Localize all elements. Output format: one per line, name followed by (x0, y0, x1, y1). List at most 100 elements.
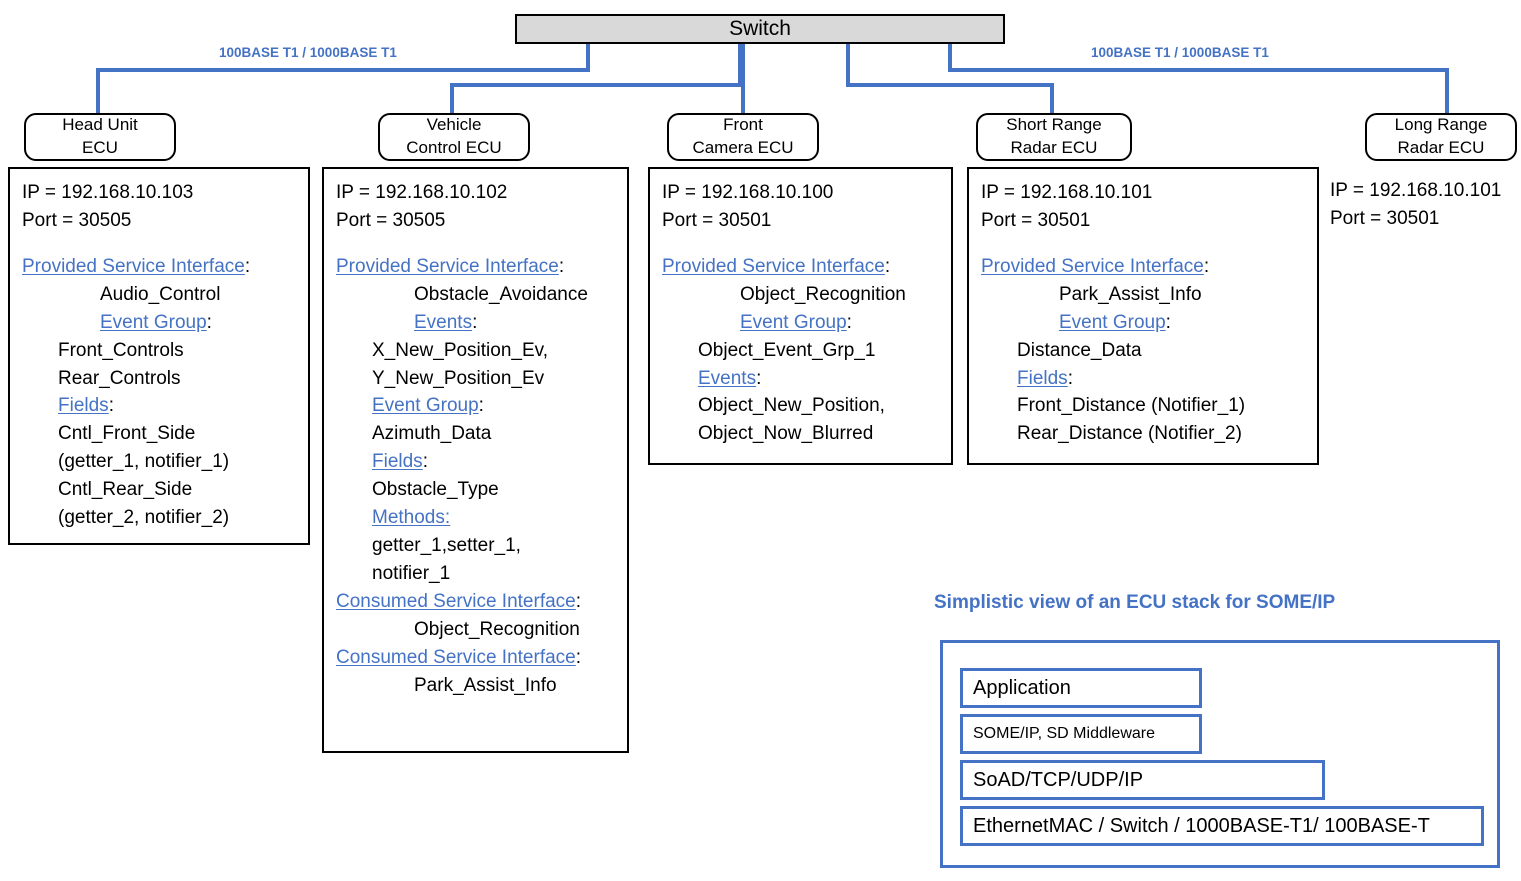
consumed-service-name: Object_Recognition (414, 618, 580, 640)
heading-text: Provided Service Interface (662, 255, 885, 277)
heading-text: Fields (372, 451, 423, 473)
heading-text: Event Group (1059, 311, 1166, 333)
ecu-stack-container: Application SOME/IP, SD Middleware SoAD/… (940, 640, 1500, 868)
stack-layer-label: SOME/IP, SD Middleware (973, 725, 1155, 742)
heading-colon: : (884, 255, 891, 277)
ecu-title-line1: Front (723, 115, 763, 135)
ecu-node-front-camera[interactable]: Front Camera ECU (667, 113, 819, 161)
port-value: Port = 30505 (336, 209, 446, 231)
heading-colon: : (206, 311, 212, 333)
port-value: Port = 30505 (22, 209, 132, 231)
service-name: Object_Recognition (740, 283, 906, 305)
service-name: Audio_Control (100, 283, 221, 305)
ecu-node-long-range-radar[interactable]: Long Range Radar ECU (1365, 113, 1517, 161)
service-name: Obstacle_Avoidance (414, 283, 588, 305)
field-accessors: (getter_2, notifier_2) (58, 507, 230, 529)
consumed-service-interface-heading: Consumed Service Interface: (336, 644, 619, 672)
field-item: Obstacle_Type (372, 479, 499, 501)
ecu-title-line2: Radar ECU (1010, 138, 1098, 157)
event-item: Object_New_Position, (698, 395, 885, 417)
method-item: notifier_1 (372, 562, 451, 584)
heading-colon: : (422, 451, 428, 473)
event-group-heading: Event Group: (662, 309, 943, 337)
heading-colon: : (478, 395, 484, 417)
heading-text: Consumed Service Interface (336, 590, 576, 612)
consumed-service-name: Park_Assist_Info (414, 674, 557, 696)
method-item: getter_1,setter_1, (372, 535, 521, 557)
stack-layer-label: Application (973, 676, 1071, 699)
ip-value: IP = 192.168.10.101 (1330, 180, 1502, 201)
stack-layer-application[interactable]: Application (960, 668, 1202, 708)
heading-colon: : (846, 311, 852, 333)
field-accessors: (getter_1, notifier_1) (58, 451, 230, 473)
event-group-item: Front_Controls (58, 339, 184, 361)
stack-layer-soad-tcp-udp-ip[interactable]: SoAD/TCP/UDP/IP (960, 760, 1325, 800)
heading-colon: : (472, 311, 478, 333)
events-heading: Events: (662, 365, 943, 393)
fields-heading: Fields: (336, 448, 619, 476)
events-heading: Events: (336, 309, 619, 337)
heading-colon: : (1203, 255, 1210, 277)
field-item: Cntl_Front_Side (58, 423, 196, 445)
port-value: Port = 30501 (981, 209, 1091, 231)
ip-value: IP = 192.168.10.102 (336, 182, 508, 203)
ecu-title-line1: Long Range (1394, 115, 1488, 135)
methods-heading: Methods: (336, 504, 619, 532)
heading-colon: : (756, 367, 762, 389)
ecu-title-line2: Radar ECU (1397, 138, 1485, 157)
stack-panel-title: Simplistic view of an ECU stack for SOME… (934, 592, 1336, 613)
provided-service-interface-heading: Provided Service Interface: (336, 253, 619, 281)
heading-text: Fields (1017, 367, 1068, 389)
provided-service-interface-heading: Provided Service Interface: (22, 253, 300, 281)
consumed-service-interface-heading: Consumed Service Interface: (336, 588, 619, 616)
ecu-title-line1: Vehicle (426, 115, 482, 135)
link-label-right: 100BASE T1 / 1000BASE T1 (1091, 45, 1269, 60)
detail-box-long-range-radar: IP = 192.168.10.101 Port = 30501 (1322, 167, 1521, 247)
stack-layer-ethernet-mac[interactable]: EthernetMAC / Switch / 1000BASE-T1/ 100B… (960, 806, 1484, 846)
detail-box-short-range-radar: IP = 192.168.10.101 Port = 30501 Provide… (967, 167, 1319, 465)
port-value: Port = 30501 (1330, 207, 1440, 229)
heading-text: Fields (58, 395, 109, 417)
ip-value: IP = 192.168.10.103 (22, 182, 194, 203)
field-item: Front_Distance (Notifier_1) (1017, 395, 1246, 417)
provided-service-interface-heading: Provided Service Interface: (662, 253, 943, 281)
ip-value: IP = 192.168.10.100 (662, 182, 834, 203)
heading-colon: : (244, 255, 251, 277)
event-group-item: Distance_Data (1017, 339, 1142, 361)
field-item: Rear_Distance (Notifier_2) (1017, 423, 1242, 445)
provided-service-interface-heading: Provided Service Interface: (981, 253, 1309, 281)
detail-box-vehicle-control: IP = 192.168.10.102 Port = 30505 Provide… (322, 167, 629, 753)
detail-box-front-camera: IP = 192.168.10.100 Port = 30501 Provide… (648, 167, 953, 465)
event-group-item: Rear_Controls (58, 367, 181, 389)
event-group-item: Azimuth_Data (372, 423, 492, 445)
event-group-item: Object_Event_Grp_1 (698, 339, 876, 361)
heading-text: Event Group (740, 311, 847, 333)
ecu-title-line2: Camera ECU (692, 138, 794, 157)
field-item: Cntl_Rear_Side (58, 479, 193, 501)
heading-text: Consumed Service Interface (336, 646, 576, 668)
heading-colon: : (1067, 367, 1073, 389)
ecu-node-vehicle-control[interactable]: Vehicle Control ECU (378, 113, 530, 161)
heading-text: Event Group (372, 395, 479, 417)
heading-colon: : (575, 590, 582, 612)
diagram-canvas: Switch 100BASE T1 / 1000BASE T1 100BASE … (0, 0, 1521, 881)
event-group-heading: Event Group: (336, 392, 619, 420)
ecu-title-line2: ECU (82, 138, 118, 157)
heading-text: Methods: (372, 507, 451, 529)
ecu-title-line1: Short Range (1006, 115, 1102, 135)
stack-layer-someip-middleware[interactable]: SOME/IP, SD Middleware (960, 714, 1202, 754)
heading-text: Event Group (100, 311, 207, 333)
link-label-left: 100BASE T1 / 1000BASE T1 (219, 45, 397, 60)
heading-colon: : (108, 395, 114, 417)
event-group-heading: Event Group: (981, 309, 1309, 337)
ecu-title-line2: Control ECU (406, 138, 502, 157)
event-item: X_New_Position_Ev, (372, 339, 549, 361)
ecu-node-head-unit[interactable]: Head Unit ECU (24, 113, 176, 161)
detail-box-head-unit: IP = 192.168.10.103 Port = 30505 Provide… (8, 167, 310, 545)
ecu-node-short-range-radar[interactable]: Short Range Radar ECU (976, 113, 1132, 161)
stack-layer-label: SoAD/TCP/UDP/IP (973, 768, 1144, 791)
